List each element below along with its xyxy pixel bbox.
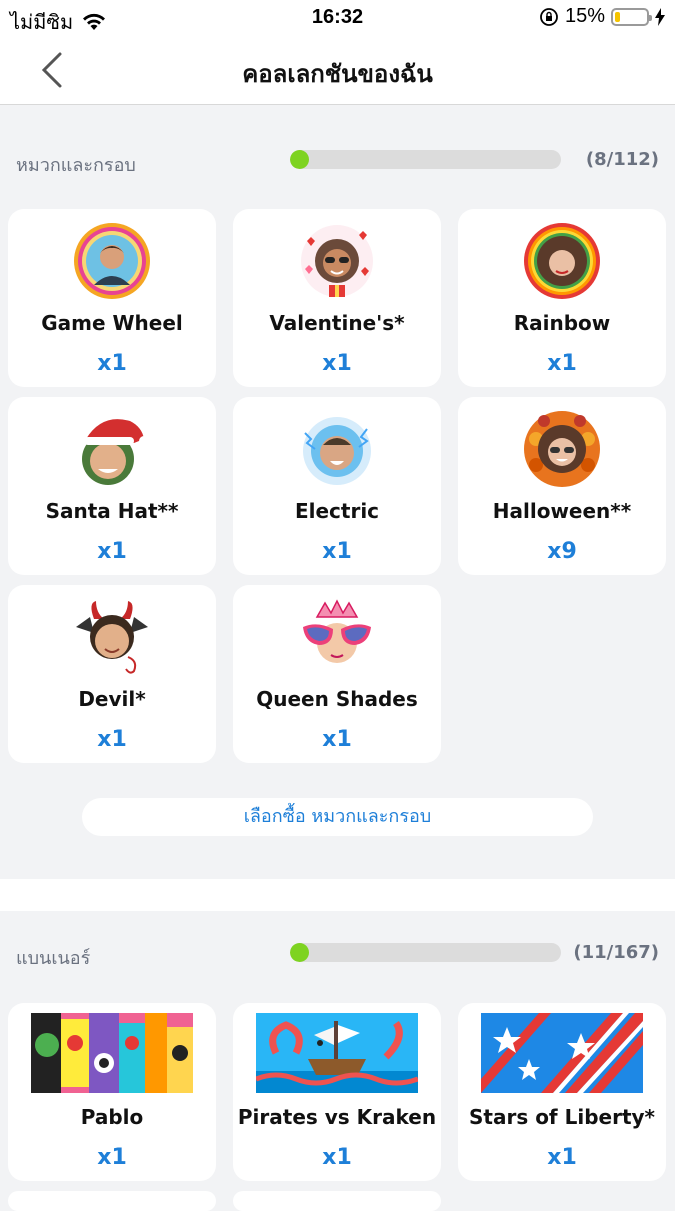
collection-card-santa-hat[interactable]: Santa Hat** x1: [8, 397, 216, 575]
progress-fill: [290, 943, 309, 962]
collection-card-halloween[interactable]: Halloween** x9: [458, 397, 666, 575]
section-title: แบนเนอร์: [16, 948, 91, 969]
card-name: Valentine's*: [269, 311, 405, 335]
status-right: 15%: [539, 5, 665, 28]
card-quantity: x1: [322, 351, 352, 376]
section-divider: [0, 879, 675, 911]
halloween-frame-icon: [524, 411, 600, 487]
card-quantity: x1: [97, 539, 127, 564]
battery-icon: [611, 7, 652, 26]
stars-of-liberty-banner-image: [481, 1013, 643, 1093]
collection-card-electric[interactable]: Electric x1: [233, 397, 441, 575]
card-name: Game Wheel: [41, 311, 183, 335]
card-name: Devil*: [78, 687, 146, 711]
card-name: Electric: [294, 499, 380, 523]
card-name: Pablo: [80, 1105, 144, 1129]
card-name: Pirates vs Kraken: [237, 1105, 437, 1129]
valentines-frame-icon: [301, 225, 373, 297]
collection-count: (8/112): [585, 149, 659, 170]
card-quantity: x1: [322, 539, 352, 564]
battery-percent: 15%: [564, 5, 605, 27]
card-name: Stars of Liberty*: [469, 1105, 655, 1129]
orientation-lock-icon: [540, 7, 558, 26]
section-title: หมวกและกรอบ: [16, 155, 136, 176]
pablo-banner-image: [31, 1013, 193, 1093]
collection-card-stars-of-liberty[interactable]: Stars of Liberty* x1: [458, 1003, 666, 1181]
charging-bolt-icon: [655, 7, 665, 26]
card-name: Halloween**: [492, 499, 632, 523]
collection-card-partial[interactable]: [233, 1191, 441, 1211]
collection-progress-bar: [290, 150, 561, 169]
battery-level: [615, 11, 620, 22]
nav-bar: คอลเลกชันของฉัน: [0, 34, 675, 105]
status-bar: ไม่มีซิม 16:32 15%: [0, 0, 675, 34]
collection-progress-bar: [290, 943, 561, 962]
card-quantity: x1: [97, 351, 127, 376]
collection-count: (11/167): [573, 942, 659, 963]
electric-frame-icon: [303, 417, 371, 485]
collection-card-game-wheel[interactable]: Game Wheel x1: [8, 209, 216, 387]
collection-card-valentines[interactable]: Valentine's* x1: [233, 209, 441, 387]
card-quantity: x9: [547, 539, 577, 564]
collection-card-pirates-vs-kraken[interactable]: Pirates vs Kraken x1: [233, 1003, 441, 1181]
game-wheel-frame-icon: [74, 223, 150, 299]
card-quantity: x1: [547, 351, 577, 376]
card-quantity: x1: [97, 727, 127, 752]
collection-card-queen-shades[interactable]: Queen Shades x1: [233, 585, 441, 763]
page-title: คอลเลกชันของฉัน: [242, 60, 433, 88]
shop-frames-button[interactable]: เลือกซื้อ หมวกและกรอบ: [82, 798, 593, 836]
card-name: Rainbow: [513, 311, 611, 335]
devil-horns-icon: [76, 601, 148, 674]
pirates-vs-kraken-banner-image: [256, 1013, 418, 1093]
card-quantity: x1: [322, 1145, 352, 1170]
banners-section: แบนเนอร์ (11/167) Pablo x1 Pirates vs Kr…: [0, 911, 675, 1211]
card-quantity: x1: [547, 1145, 577, 1170]
queen-shades-icon: [303, 599, 371, 663]
rainbow-frame-icon: [524, 223, 600, 299]
frames-section-header: หมวกและกรอบ (8/112): [0, 118, 675, 198]
card-quantity: x1: [322, 727, 352, 752]
card-name: Santa Hat**: [45, 499, 179, 523]
progress-fill: [290, 150, 310, 169]
banners-section-header: แบนเนอร์ (11/167): [0, 911, 675, 991]
santa-hat-icon: [82, 419, 149, 485]
collection-card-devil[interactable]: Devil* x1: [8, 585, 216, 763]
collection-card-rainbow[interactable]: Rainbow x1: [458, 209, 666, 387]
card-name: Queen Shades: [256, 687, 418, 711]
card-quantity: x1: [97, 1145, 127, 1170]
collection-card-pablo[interactable]: Pablo x1: [8, 1003, 216, 1181]
frames-section: หมวกและกรอบ (8/112) Game Wheel x1 Valent…: [0, 118, 675, 879]
collection-card-partial[interactable]: [8, 1191, 216, 1211]
